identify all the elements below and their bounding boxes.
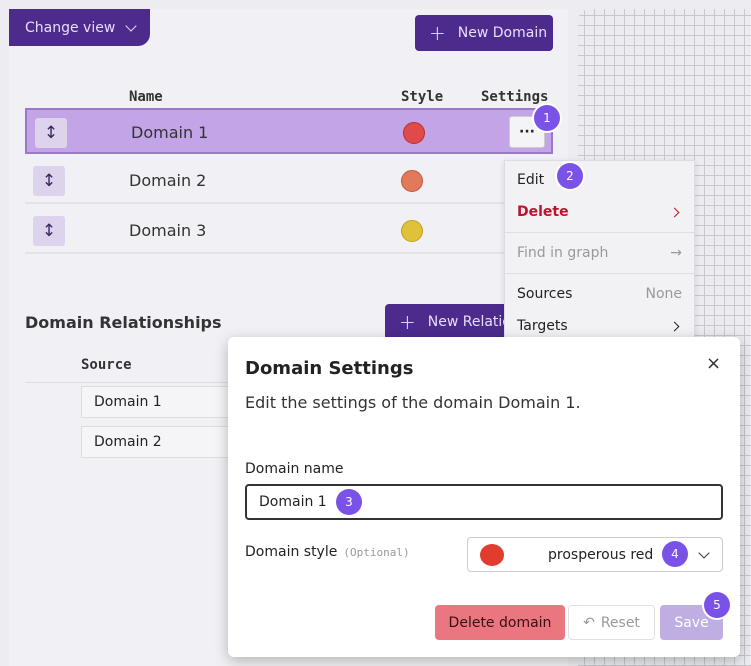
arrow-right-icon: → — [670, 245, 682, 261]
step-badge: 1 — [534, 105, 560, 131]
new-domain-button[interactable]: + New Domain — [415, 15, 553, 51]
step-badge: 4 — [662, 541, 688, 567]
plus-icon: + — [399, 310, 416, 334]
domain-settings-dialog: Domain Settings × Edit the settings of t… — [228, 337, 740, 657]
row-context-menu: Edit Delete Find in graph → Sources None… — [504, 160, 695, 360]
color-swatch — [480, 544, 504, 566]
domain-name-label: Domain name — [245, 461, 344, 477]
style-dot — [401, 170, 423, 192]
change-view-button[interactable]: Change view — [9, 9, 150, 46]
domain-style-value: prosperous red — [548, 547, 654, 563]
menu-item-edit[interactable]: Edit — [517, 172, 682, 188]
drag-handle-icon[interactable]: ↕ — [33, 166, 65, 196]
plus-icon: + — [429, 21, 446, 45]
source-cell[interactable]: Domain 2 — [81, 426, 241, 458]
menu-item-label: Delete — [517, 204, 569, 220]
row-name: Domain 3 — [129, 221, 207, 240]
divider — [505, 273, 694, 274]
divider — [505, 232, 694, 233]
table-row[interactable]: ↕ Domain 1 ··· — [25, 108, 553, 154]
drag-handle-icon[interactable]: ↕ — [35, 118, 67, 148]
step-badge: 3 — [336, 489, 362, 515]
chevron-down-icon — [698, 547, 710, 559]
reset-label: Reset — [600, 614, 640, 631]
step-badge: 2 — [557, 163, 583, 189]
change-view-label: Change view — [25, 19, 116, 36]
menu-item-delete[interactable]: Delete — [517, 204, 682, 220]
dialog-title: Domain Settings — [245, 358, 414, 379]
style-dot — [403, 122, 425, 144]
source-cell[interactable]: Domain 1 — [81, 386, 241, 418]
new-relationship-label: New Relatio — [427, 314, 511, 330]
domain-name-input[interactable]: Domain 1 — [245, 484, 723, 520]
menu-item-label: Find in graph — [517, 245, 609, 261]
domain-name-value: Domain 1 — [259, 494, 327, 510]
chevron-right-icon — [669, 321, 680, 331]
relationships-title: Domain Relationships — [25, 313, 222, 332]
reset-button[interactable]: ↶ Reset — [568, 605, 655, 640]
new-domain-label: New Domain — [457, 25, 548, 41]
style-dot — [401, 220, 423, 242]
menu-item-hint: None — [645, 286, 682, 302]
column-header-name: Name — [129, 89, 163, 105]
menu-item-label: Edit — [517, 172, 545, 188]
delete-domain-button[interactable]: Delete domain — [435, 605, 565, 640]
undo-icon: ↶ — [583, 614, 595, 631]
optional-tag: (Optional) — [343, 546, 410, 559]
menu-item-label: Targets — [517, 318, 568, 334]
menu-item-find-in-graph[interactable]: Find in graph → — [517, 245, 682, 261]
drag-handle-icon[interactable]: ↕ — [33, 216, 65, 246]
dialog-description: Edit the settings of the domain Domain 1… — [245, 393, 581, 412]
menu-item-label: Sources — [517, 286, 573, 302]
chevron-right-icon — [669, 207, 680, 217]
domain-style-label-text: Domain style — [245, 544, 338, 560]
domain-style-label: Domain style (Optional) — [245, 544, 410, 560]
step-badge: 5 — [704, 592, 730, 618]
menu-item-sources[interactable]: Sources None — [517, 286, 682, 302]
row-name: Domain 2 — [129, 171, 207, 190]
menu-item-targets[interactable]: Targets — [517, 318, 682, 334]
close-icon[interactable]: × — [706, 353, 721, 374]
column-header-style: Style — [401, 89, 444, 105]
column-header-source: Source — [81, 357, 132, 373]
column-header-settings: Settings — [481, 89, 549, 105]
chevron-down-icon — [125, 19, 137, 32]
table-row[interactable]: ↕ Domain 3 — [25, 208, 553, 254]
table-row[interactable]: ↕ Domain 2 — [25, 158, 553, 204]
row-name: Domain 1 — [131, 123, 209, 142]
